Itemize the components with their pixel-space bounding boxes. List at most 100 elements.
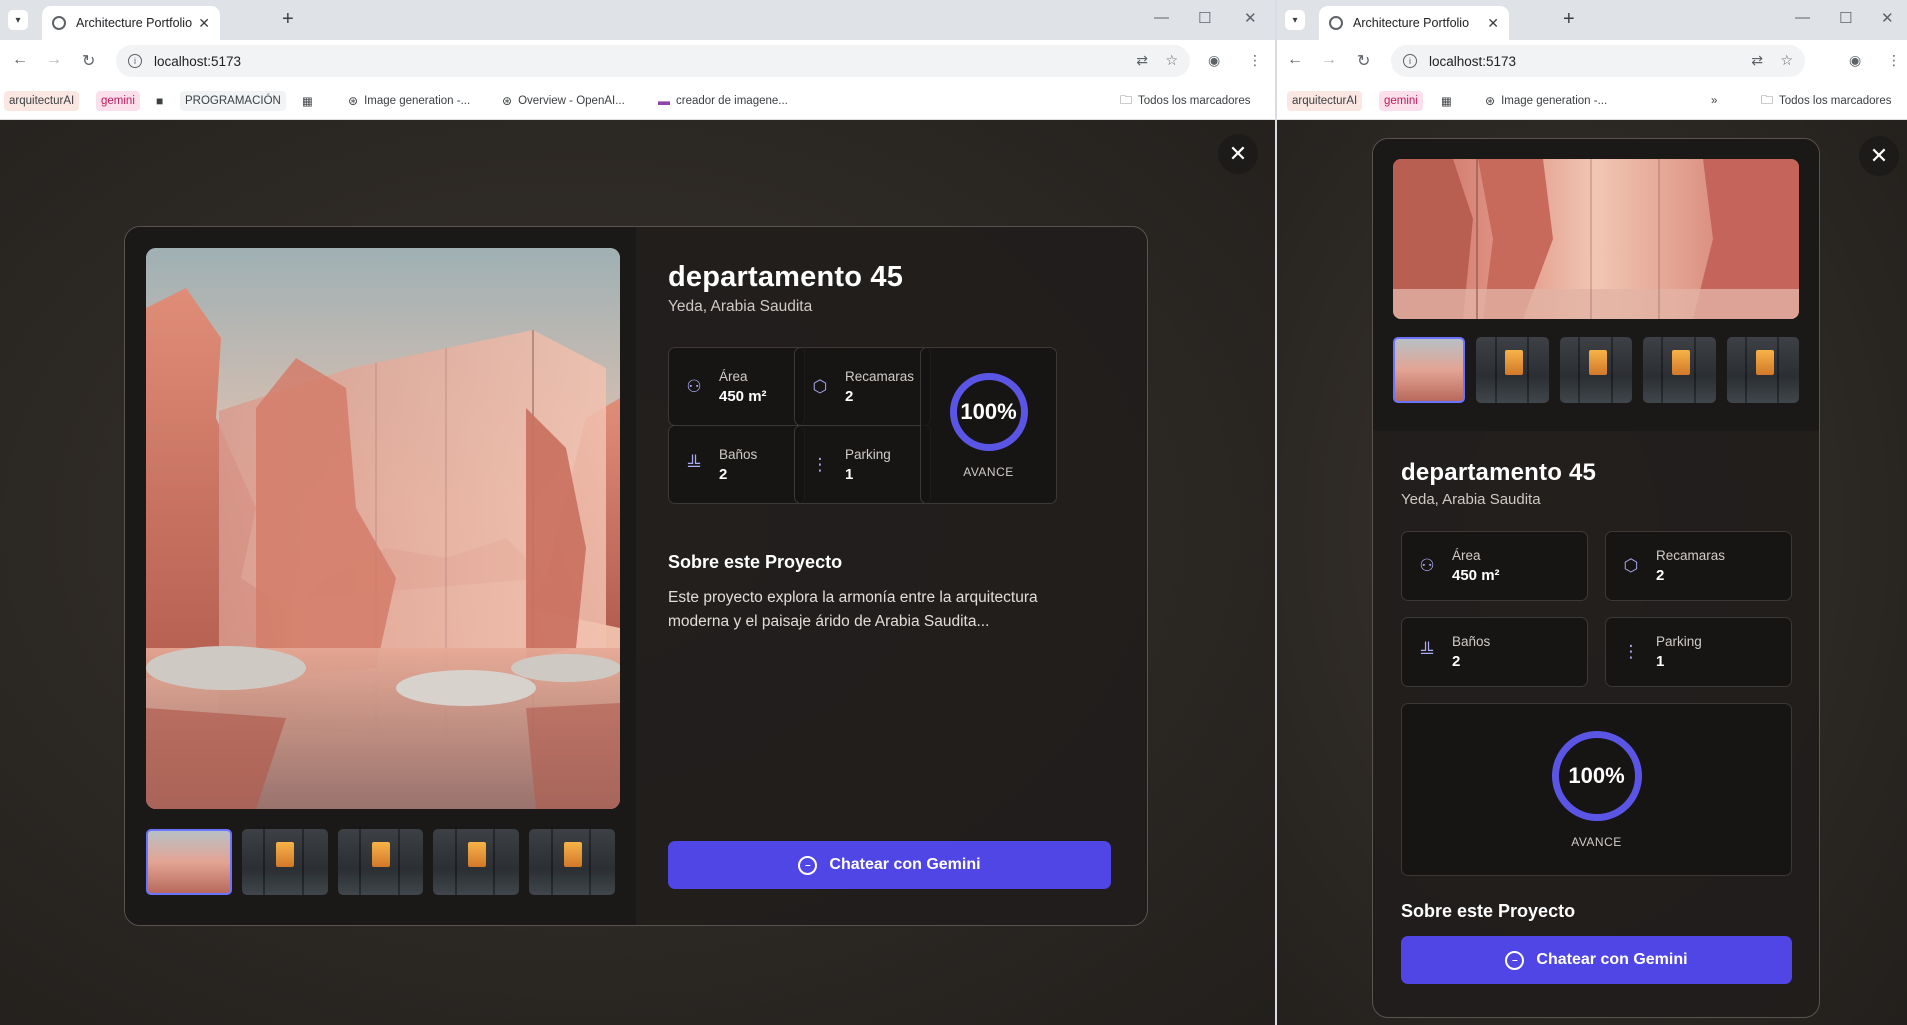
bookmark-item[interactable]: ⊛ Image generation -... xyxy=(1485,91,1607,111)
thumbnail[interactable] xyxy=(1726,337,1799,403)
light-shape xyxy=(1672,350,1691,376)
chat-gemini-label: Chatear con Gemini xyxy=(829,856,981,873)
bookmark-item[interactable]: ⊛ Image generation -... xyxy=(348,91,470,111)
forward-button[interactable]: → xyxy=(1321,51,1337,69)
site-info-icon[interactable]: i xyxy=(1403,54,1417,68)
close-tab-icon[interactable]: ✕ xyxy=(198,15,210,32)
menu-icon[interactable]: ⋮ xyxy=(1248,52,1262,69)
bookmarks-bar: arquitecturAI gemini ▦ ⊛ Image generation… xyxy=(1277,82,1907,120)
url-field[interactable]: i localhost:5173 ⇄ ☆ xyxy=(1391,45,1805,77)
forward-button[interactable]: → xyxy=(46,51,62,69)
reload-button[interactable]: ↻ xyxy=(1357,51,1370,71)
light-shape xyxy=(1588,350,1607,376)
maximize-button[interactable]: ☐ xyxy=(1198,9,1211,27)
browser-window-right: ▾ Architecture Portfolio ✕ + — ☐ ✕ ← → ↻… xyxy=(1277,0,1907,1025)
bookmark-item[interactable]: gemini xyxy=(96,91,140,111)
bookmark-item[interactable]: arquitecturAI xyxy=(1287,91,1363,111)
bookmark-item[interactable]: ▬ creador de imagene... xyxy=(658,91,788,111)
translate-icon[interactable]: ⇄ xyxy=(1136,52,1148,69)
all-bookmarks-button[interactable]: 🗀 Todos los marcadores xyxy=(1761,91,1892,111)
menu-icon[interactable]: ⋮ xyxy=(1887,52,1901,69)
close-tab-icon[interactable]: ✕ xyxy=(1487,15,1499,32)
tab-search-button[interactable]: ▾ xyxy=(1285,10,1305,30)
project-title: departamento 45 xyxy=(1401,459,1597,486)
tab-bar: ▾ Architecture Portfolio ✕ + — ☐ ✕ xyxy=(0,0,1275,40)
chart-icon: ╩ xyxy=(1420,642,1434,661)
browser-tab[interactable]: Architecture Portfolio ✕ xyxy=(42,6,220,40)
tab-search-button[interactable]: ▾ xyxy=(8,10,28,30)
stat-label: Parking xyxy=(845,446,891,462)
thumbnail[interactable] xyxy=(433,829,520,895)
bookmark-label: Overview - OpenAI... xyxy=(518,95,625,107)
openai-icon: ⊛ xyxy=(1485,94,1496,108)
stat-label: Baños xyxy=(1452,634,1491,649)
thumbnail-strip xyxy=(1393,337,1799,403)
folder-icon: 🗀 xyxy=(1761,92,1774,107)
thumbnail[interactable] xyxy=(1393,337,1466,403)
reload-button[interactable]: ↻ xyxy=(82,51,95,71)
back-button[interactable]: ← xyxy=(12,51,28,69)
bookmark-item[interactable]: PROGRAMACIÓN xyxy=(180,91,286,111)
new-tab-button[interactable]: + xyxy=(282,8,294,31)
thumbnail[interactable] xyxy=(146,829,232,895)
light-shape xyxy=(467,842,486,868)
dots-vertical-icon: ⋮ xyxy=(811,454,829,474)
thumbnail[interactable] xyxy=(1476,337,1549,403)
url-field[interactable]: i localhost:5173 ⇄ ☆ xyxy=(116,45,1190,77)
maximize-button[interactable]: ☐ xyxy=(1839,9,1852,27)
column-shape xyxy=(1527,337,1530,403)
chat-gemini-button[interactable]: – Chatear con Gemini xyxy=(1401,936,1792,984)
bookmark-item[interactable]: gemini xyxy=(1379,91,1423,111)
user-plus-icon: ⚇ xyxy=(686,376,702,396)
minimize-button[interactable]: — xyxy=(1154,9,1169,26)
star-icon[interactable]: ☆ xyxy=(1165,52,1178,69)
translate-icon[interactable]: ⇄ xyxy=(1751,52,1763,69)
stat-label: Área xyxy=(1452,548,1481,563)
progress-card: 100% AVANCE xyxy=(920,347,1057,504)
project-details: departamento 45 Yeda, Arabia Saudita ⚇ Á… xyxy=(1373,431,1819,1017)
bookmark-item[interactable]: arquitecturAI xyxy=(4,91,80,111)
tab-bar: ▾ Architecture Portfolio ✕ + — ☐ ✕ xyxy=(1277,0,1907,40)
apps-icon[interactable]: ▦ xyxy=(302,91,313,111)
close-icon[interactable]: ✕ xyxy=(1859,136,1899,176)
stat-rooms: ⬡ Recamaras 2 xyxy=(794,347,931,426)
star-icon[interactable]: ☆ xyxy=(1780,52,1793,69)
stat-baths: ╩ Baños 2 xyxy=(1401,617,1588,687)
back-button[interactable]: ← xyxy=(1287,51,1303,69)
folder-icon: 🗀 xyxy=(1120,92,1133,107)
bookmark-item[interactable]: ■ xyxy=(156,91,169,111)
apps-icon[interactable]: ▦ xyxy=(1441,91,1452,111)
progress-ring: 100% xyxy=(1551,730,1642,821)
gradient-icon: ▬ xyxy=(658,94,670,108)
thumbnail[interactable] xyxy=(529,829,615,895)
browser-tab[interactable]: Architecture Portfolio ✕ xyxy=(1319,6,1509,40)
new-tab-button[interactable]: + xyxy=(1563,8,1575,31)
column-shape xyxy=(589,829,592,895)
chat-gemini-button[interactable]: – Chatear con Gemini xyxy=(668,841,1111,889)
profile-icon[interactable]: ◉ xyxy=(1208,52,1220,69)
all-bookmarks-button[interactable]: 🗀 Todos los marcadores xyxy=(1120,91,1251,111)
minimize-button[interactable]: — xyxy=(1795,9,1810,26)
column-shape xyxy=(301,829,304,895)
more-bookmarks-icon[interactable]: » xyxy=(1711,91,1717,111)
stat-value: 450 m² xyxy=(719,387,767,405)
project-location: Yeda, Arabia Saudita xyxy=(1401,491,1541,508)
close-window-button[interactable]: ✕ xyxy=(1881,9,1894,27)
bookmark-item[interactable]: ⊛ Overview - OpenAI... xyxy=(502,91,625,111)
stat-value: 2 xyxy=(1452,653,1461,670)
thumbnail[interactable] xyxy=(1559,337,1633,403)
thumbnail[interactable] xyxy=(241,829,328,895)
project-modal: departamento 45 Yeda, Arabia Saudita ⚇ Á… xyxy=(1372,138,1820,1018)
profile-icon[interactable]: ◉ xyxy=(1849,52,1861,69)
thumbnail[interactable] xyxy=(1643,337,1716,403)
chat-icon: – xyxy=(798,855,818,875)
column-shape xyxy=(550,829,553,895)
site-info-icon[interactable]: i xyxy=(128,54,142,68)
all-bookmarks-label: Todos los marcadores xyxy=(1138,95,1251,107)
stat-value: 1 xyxy=(1656,653,1665,670)
stat-value: 2 xyxy=(845,387,854,405)
thumbnail[interactable] xyxy=(337,829,424,895)
stat-value: 2 xyxy=(719,465,728,483)
close-window-button[interactable]: ✕ xyxy=(1244,9,1257,27)
close-icon[interactable]: ✕ xyxy=(1218,134,1258,174)
